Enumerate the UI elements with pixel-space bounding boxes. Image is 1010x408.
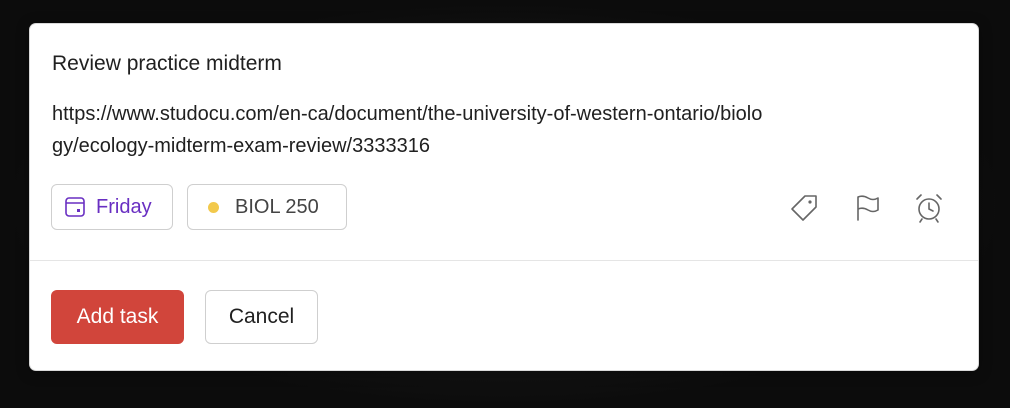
add-task-button[interactable]: Add task (51, 290, 184, 344)
flag-icon[interactable] (851, 192, 883, 224)
due-date-chip[interactable]: Friday (51, 184, 173, 230)
divider (30, 260, 978, 261)
project-label: BIOL 250 (235, 195, 319, 218)
tag-icon[interactable] (788, 192, 820, 224)
task-description-input[interactable]: https://www.studocu.com/en-ca/document/t… (52, 98, 772, 162)
alarm-clock-icon[interactable] (913, 192, 945, 224)
project-chip[interactable]: BIOL 250 (187, 184, 347, 230)
cancel-button[interactable]: Cancel (205, 290, 318, 344)
calendar-icon (64, 196, 86, 218)
add-task-dialog: Review practice midterm https://www.stud… (30, 24, 978, 370)
task-title-input[interactable]: Review practice midterm (52, 52, 282, 76)
project-color-dot (208, 201, 219, 213)
due-date-label: Friday (96, 195, 152, 218)
